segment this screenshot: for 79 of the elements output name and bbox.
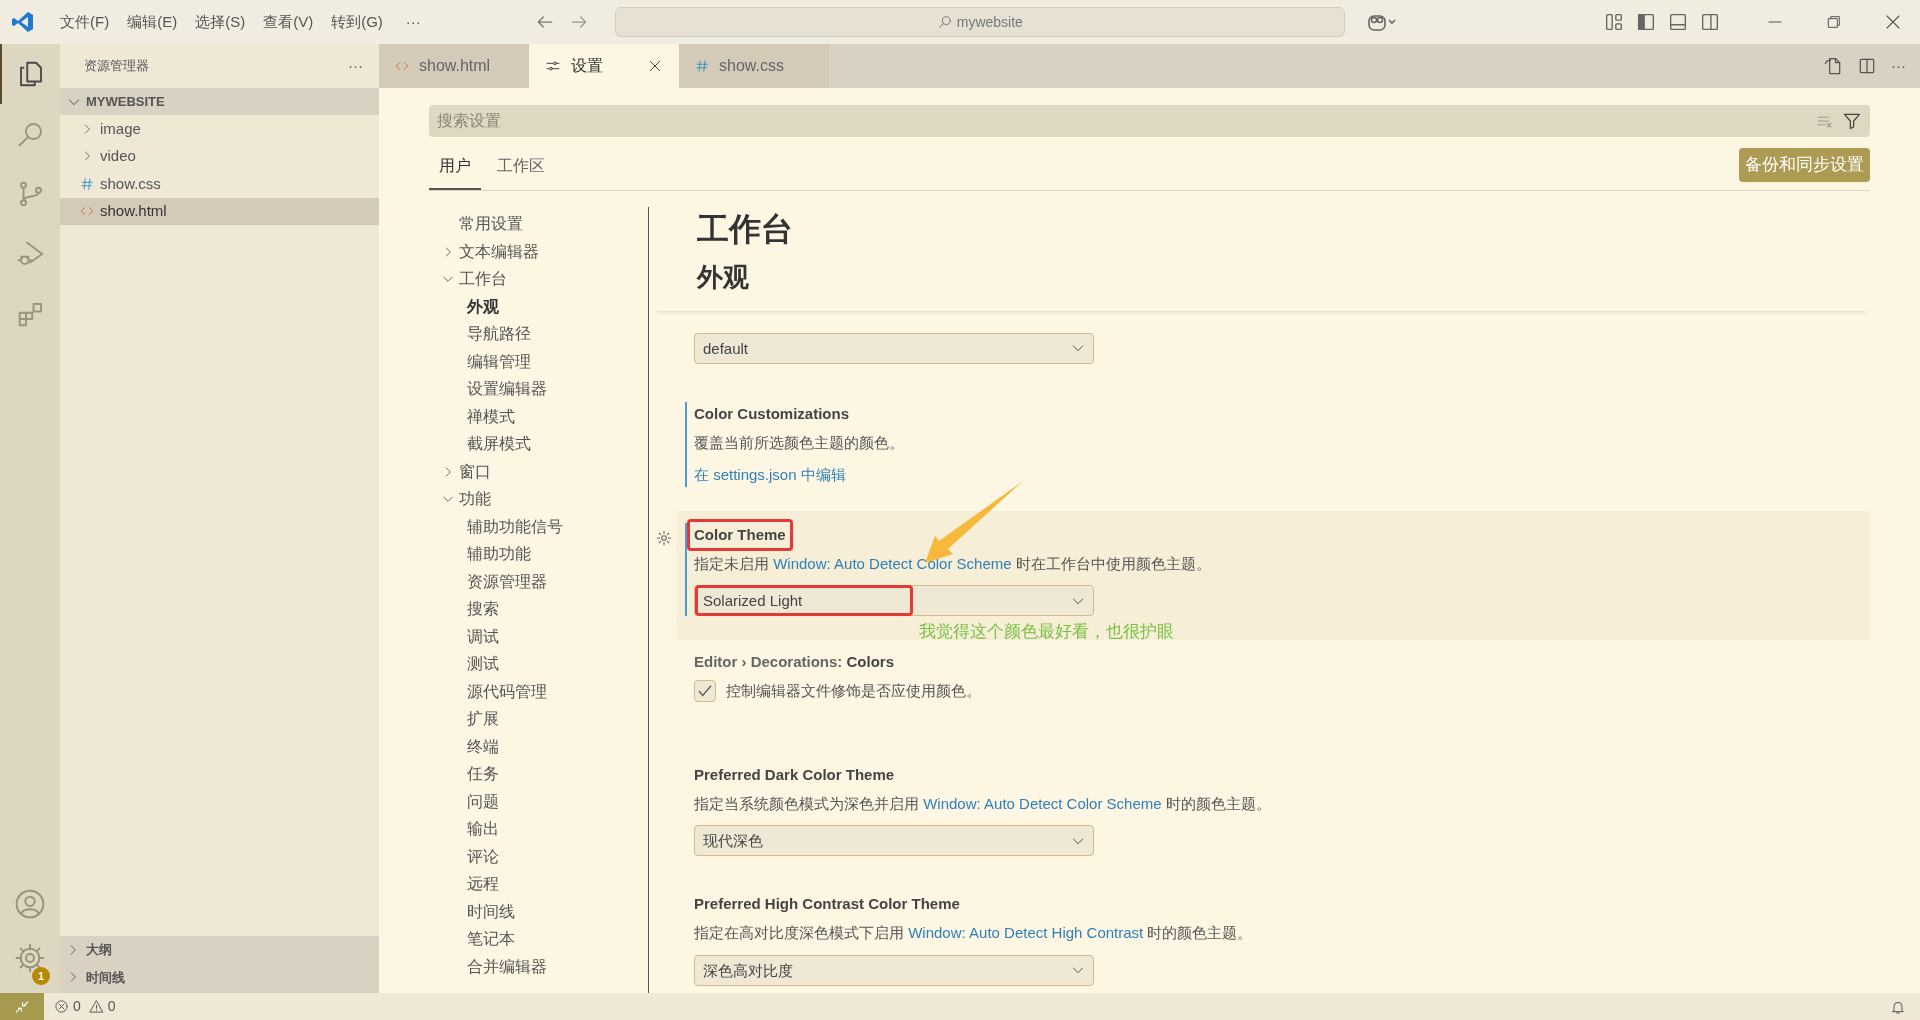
settings-toc-item[interactable]: 辅助功能 [429, 540, 648, 568]
settings-toc-item[interactable]: 源代码管理 [429, 678, 648, 706]
dropdown-value: default [702, 338, 750, 359]
file-tree-item[interactable]: show.css [60, 170, 379, 198]
setting-link[interactable]: Window: Auto Detect Color Scheme [923, 794, 1162, 812]
dropdown[interactable]: 深色高对比度 [694, 954, 1094, 986]
settings-toc-item[interactable]: 时间线 [429, 898, 648, 926]
search-bar[interactable]: 搜索设置 [429, 105, 1870, 137]
settings-toc-item[interactable]: 问题 [429, 788, 648, 816]
settings-toc-item[interactable]: 设置编辑器 [429, 375, 648, 403]
menu-item[interactable]: 选择(S) [186, 6, 255, 38]
setting-description: 控制编辑器文件修饰是否应使用颜色。 [726, 681, 981, 701]
settings-toc-item[interactable]: 输出 [429, 815, 648, 843]
setting-title: Color Theme [687, 518, 793, 551]
settings-toc-item[interactable]: 窗口 [429, 458, 648, 486]
settings-toc-item[interactable]: 任务 [429, 760, 648, 788]
editor-tab[interactable]: show.html [379, 44, 529, 88]
setting-description: 指定当系统颜色模式为深色并启用 Window: Auto Detect Color Scheme 时的颜色主题。 [694, 793, 1272, 814]
dropdown[interactable]: Solarized Light [694, 585, 1094, 616]
settings-toc-item[interactable]: 资源管理器 [429, 568, 648, 596]
scope-tab[interactable]: 用户 [429, 153, 481, 190]
settings-toc-item[interactable]: 合并编辑器 [429, 953, 648, 981]
menu-item[interactable]: 转到(G) [322, 6, 392, 38]
section-heading: 工作台 [697, 209, 794, 249]
settings-toc-item[interactable]: 笔记本 [429, 925, 648, 953]
subsection-heading: 外观 [697, 260, 750, 294]
dropdown[interactable]: default [694, 332, 1094, 364]
settings-toc-item[interactable]: 外观 [429, 293, 648, 321]
settings-toc-item[interactable]: 文本编辑器 [429, 238, 648, 266]
setting-description: 覆盖当前所选颜色主题的颜色。 [694, 432, 905, 453]
more-actions-button[interactable]: ··· [348, 54, 363, 78]
setting-description: 指定在高对比度深色模式下启用 Window: Auto Detect High Contrast 时的颜色主题。 [694, 923, 1254, 943]
settings-toc-item[interactable]: 工作台 [429, 265, 648, 293]
dropdown-value: Solarized Light [695, 585, 913, 616]
scope-tab[interactable]: 工作区 [487, 153, 555, 190]
more-actions-button[interactable]: ··· [1891, 54, 1906, 78]
settings-toc-item[interactable]: 评论 [429, 843, 648, 871]
panel-header[interactable]: 时间线 [60, 963, 379, 991]
more-menu-button[interactable]: ··· [391, 10, 435, 34]
settings-toc-item[interactable]: 功能 [429, 485, 648, 513]
setting-link[interactable]: Window: Auto Detect Color Scheme [773, 554, 1012, 572]
menu-item[interactable]: 查看(V) [254, 6, 323, 38]
settings-toc-item[interactable]: 扩展 [429, 705, 648, 733]
editor-tab[interactable]: 设置 [529, 44, 679, 88]
settings-toc-item[interactable]: 导航路径 [429, 320, 648, 348]
setting-description: 指定未启用 Window: Auto Detect Color Scheme 时在工作台中使用颜色主题。 [694, 553, 1212, 574]
edit-in-settings-json-link[interactable]: 在 settings.json 中编辑 [694, 466, 846, 483]
menu-item[interactable]: 编辑(E) [118, 6, 187, 38]
settings-toc-item[interactable]: 辅助功能信号 [429, 513, 648, 541]
settings-toc-item[interactable]: 搜索 [429, 595, 648, 623]
sidebar-title: 资源管理器 [84, 57, 149, 76]
settings-toc-item[interactable]: 截屏模式 [429, 430, 648, 458]
setting-link[interactable]: Window: Auto Detect High Contrast [908, 924, 1144, 941]
settings-toc-item[interactable]: 远程 [429, 870, 648, 898]
settings-toc-item[interactable]: 调试 [429, 623, 648, 651]
file-tree-item[interactable]: show.html [60, 197, 379, 225]
settings-toc-item[interactable]: 编辑管理 [429, 348, 648, 376]
settings-toc-item[interactable]: 常用设置 [429, 210, 648, 238]
annotation-note: 我觉得这个颜色最好看，也很护眼 [919, 620, 1174, 643]
command-center-field[interactable]: mywebsite [614, 7, 1345, 37]
setting-title: Preferred High Contrast Color Theme [693, 894, 961, 914]
setting-title: Editor › Decorations: Colors [693, 652, 896, 672]
settings-toc-item[interactable]: 禅模式 [429, 403, 648, 431]
settings-toc-item[interactable]: 测试 [429, 650, 648, 678]
menu-item[interactable]: 文件(F) [51, 6, 119, 38]
settings-search-field[interactable]: 搜索设置 [437, 109, 1816, 133]
folder-header[interactable]: MYWEBSITE [60, 88, 379, 115]
settings-toc-item[interactable]: 终端 [429, 733, 648, 761]
editor-tab[interactable]: show.css [679, 44, 829, 88]
dropdown-value: 现代深色 [702, 831, 764, 851]
dropdown[interactable]: 现代深色 [694, 825, 1094, 856]
file-tree-item[interactable]: image [60, 115, 379, 143]
dropdown-value: 深色高对比度 [702, 960, 794, 981]
setting-title: Color Customizations [693, 403, 850, 424]
file-tree-item[interactable]: video [60, 142, 379, 170]
panel-header[interactable]: 大纲 [60, 936, 379, 964]
problems-button[interactable]: 0 0 [54, 996, 116, 1017]
setting-title: Preferred Dark Color Theme [693, 764, 896, 785]
notification-badge: 1 [32, 967, 50, 985]
